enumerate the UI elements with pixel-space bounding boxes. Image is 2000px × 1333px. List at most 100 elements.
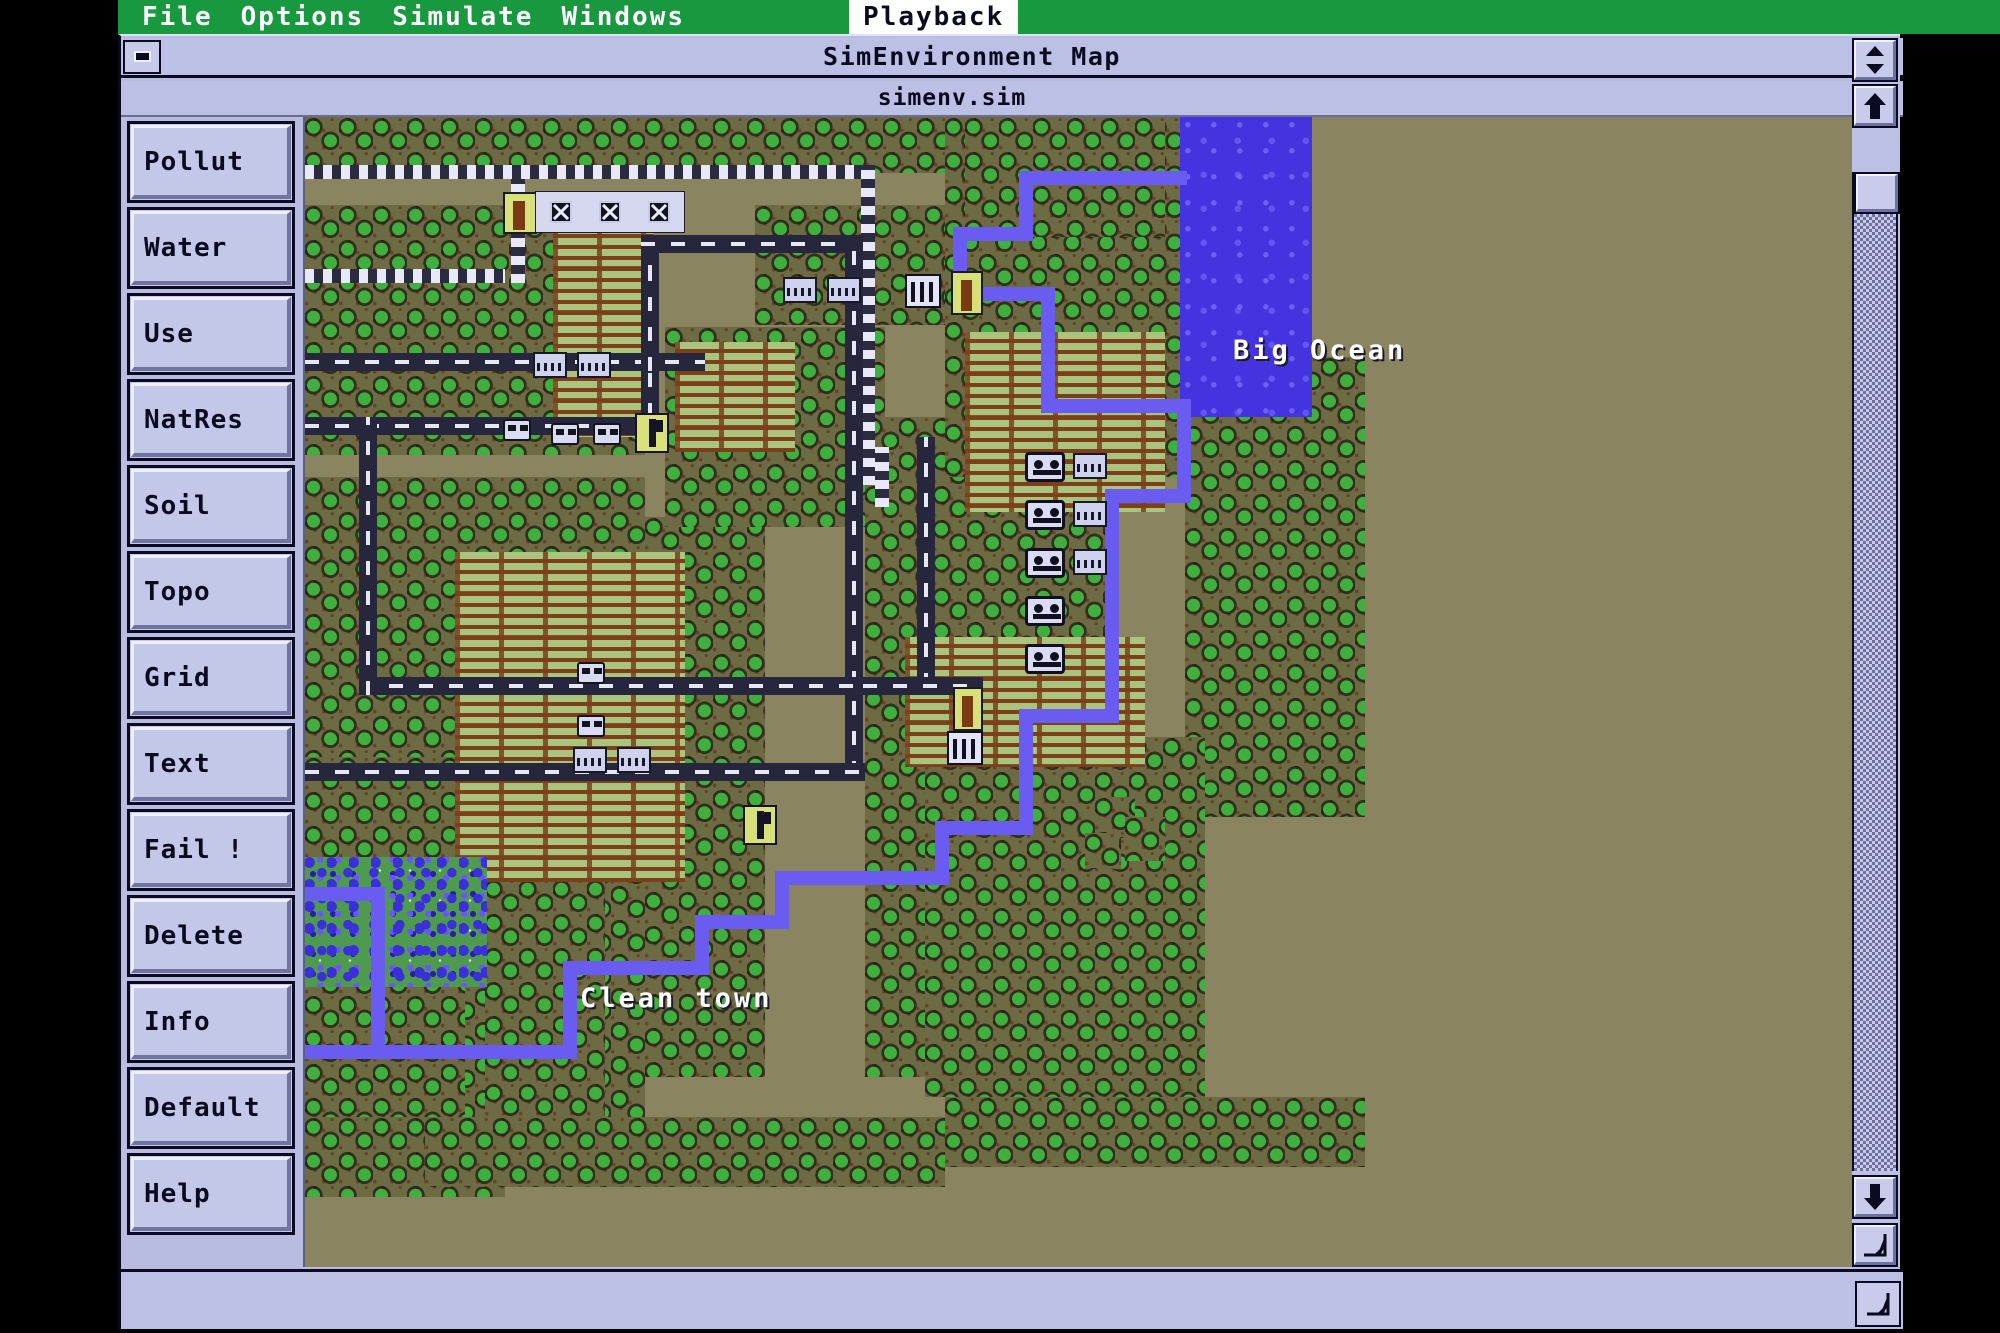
railroad-track [305, 269, 505, 283]
vehicle-sprite[interactable] [593, 423, 621, 445]
resize-vertical-icon [1866, 46, 1884, 74]
tool-button-info[interactable]: Info [127, 981, 295, 1063]
building-marker-x [648, 201, 671, 223]
tool-button-water[interactable]: Water [127, 207, 295, 289]
terrain-farm [455, 552, 685, 882]
terrain-river [935, 821, 1033, 835]
map-viewport[interactable]: Big Ocean Clean town [303, 117, 1857, 1267]
building-yellow[interactable] [503, 192, 537, 234]
menu-item-windows[interactable]: Windows [547, 0, 699, 34]
arrow-down-icon [1864, 1184, 1886, 1210]
terrain-river [563, 961, 709, 975]
vehicle-sprite[interactable] [1025, 644, 1065, 674]
resize-grip-icon [1867, 1293, 1890, 1316]
house-sprite[interactable] [783, 277, 817, 303]
building-yellow[interactable] [951, 271, 983, 315]
vehicle-sprite[interactable] [577, 662, 605, 684]
house-sprite[interactable] [573, 747, 607, 773]
terrain-forest [425, 1117, 945, 1187]
filename-bar: simenv.sim [121, 81, 1903, 117]
tool-button-label: Topo [144, 577, 211, 607]
filename-label: simenv.sim [877, 85, 1027, 111]
terrain-river [305, 887, 385, 901]
arrow-up-icon [1864, 93, 1886, 119]
map-label-big-ocean: Big Ocean [1233, 335, 1407, 366]
tool-button-fail[interactable]: Fail ! [127, 809, 295, 891]
building-yellow[interactable] [953, 687, 983, 731]
scroll-up-button[interactable] [1852, 84, 1898, 128]
tool-button-use[interactable]: Use [127, 293, 295, 375]
map-label-clean-town: Clean town [580, 983, 773, 1014]
terrain-river [1019, 709, 1033, 833]
tool-button-grid[interactable]: Grid [127, 637, 295, 719]
scroll-down-button[interactable] [1852, 1175, 1898, 1219]
terrain-river [1019, 171, 1187, 185]
house-sprite[interactable] [1073, 453, 1107, 479]
house-sprite[interactable] [533, 352, 567, 378]
minimize-button[interactable] [123, 39, 161, 74]
vehicle-sprite[interactable] [577, 715, 605, 737]
terrain-river [775, 871, 949, 885]
railroad-track [305, 165, 875, 179]
window-title: SimEnvironment Map [823, 42, 1121, 71]
vehicle-sprite[interactable] [1025, 596, 1065, 626]
vehicle-sprite[interactable] [503, 419, 531, 441]
road-segment [641, 371, 659, 417]
tool-button-label: Info [144, 1007, 211, 1037]
map-canvas[interactable]: Big Ocean Clean town [305, 117, 1857, 1267]
factory-sprite[interactable] [905, 274, 941, 308]
road-segment [359, 417, 377, 695]
vertical-scrollbar[interactable] [1852, 36, 1900, 1267]
tool-button-label: Text [144, 749, 211, 779]
building-marker-x [598, 201, 621, 223]
tool-button-topo[interactable]: Topo [127, 551, 295, 633]
terrain-river [371, 887, 385, 1059]
tool-button-text[interactable]: Text [127, 723, 295, 805]
factory-sprite[interactable] [947, 731, 983, 765]
window-resize-corner[interactable] [1852, 1223, 1898, 1267]
minimize-icon [133, 51, 151, 62]
screen-root: File Options Simulate Windows Playback S… [0, 0, 2000, 1333]
signpost-sprite[interactable] [743, 805, 777, 845]
scrollbar-resize-button[interactable] [1852, 38, 1898, 82]
house-sprite[interactable] [617, 747, 651, 773]
tool-button-help[interactable]: Help [127, 1153, 295, 1235]
terrain-forest [945, 1097, 1365, 1167]
tool-button-soil[interactable]: Soil [127, 465, 295, 547]
menu-item-playback[interactable]: Playback [849, 0, 1019, 34]
tool-button-pollut[interactable]: Pollut [127, 121, 295, 203]
vehicle-sprite[interactable] [551, 423, 579, 445]
tool-button-default[interactable]: Default [127, 1067, 295, 1149]
tool-button-natres[interactable]: NatRes [127, 379, 295, 461]
scrollbar-track[interactable] [1852, 172, 1900, 1171]
terrain-ocean [1180, 117, 1312, 417]
house-sprite[interactable] [827, 277, 861, 303]
vehicle-sprite[interactable] [1025, 500, 1065, 530]
window-resize-grip[interactable] [1855, 1281, 1901, 1327]
building-marker-x [549, 201, 572, 223]
terrain-farm [965, 332, 1165, 512]
signpost-sprite[interactable] [635, 413, 669, 453]
tool-button-delete[interactable]: Delete [127, 895, 295, 977]
house-sprite[interactable] [1073, 501, 1107, 527]
menu-item-options[interactable]: Options [227, 0, 379, 34]
terrain-forest [1185, 357, 1365, 817]
vehicle-sprite[interactable] [1025, 452, 1065, 482]
menu-bar: File Options Simulate Windows Playback [118, 0, 2000, 34]
window-bottom-bar [121, 1269, 1903, 1329]
vehicle-sprite[interactable] [1025, 548, 1065, 578]
terrain-forest [1085, 833, 1121, 869]
terrain-river [1105, 489, 1119, 719]
menu-item-file[interactable]: File [128, 0, 227, 34]
railroad-track [861, 165, 875, 485]
terrain-river [695, 915, 789, 929]
tool-button-label: Pollut [144, 147, 244, 177]
tool-button-label: Default [144, 1093, 261, 1123]
scrollbar-thumb[interactable] [1854, 172, 1900, 214]
building-white-row[interactable] [535, 191, 685, 233]
tool-button-label: Water [144, 233, 228, 263]
house-sprite[interactable] [577, 352, 611, 378]
terrain-farm [553, 227, 653, 437]
menu-item-simulate[interactable]: Simulate [378, 0, 547, 34]
house-sprite[interactable] [1073, 549, 1107, 575]
